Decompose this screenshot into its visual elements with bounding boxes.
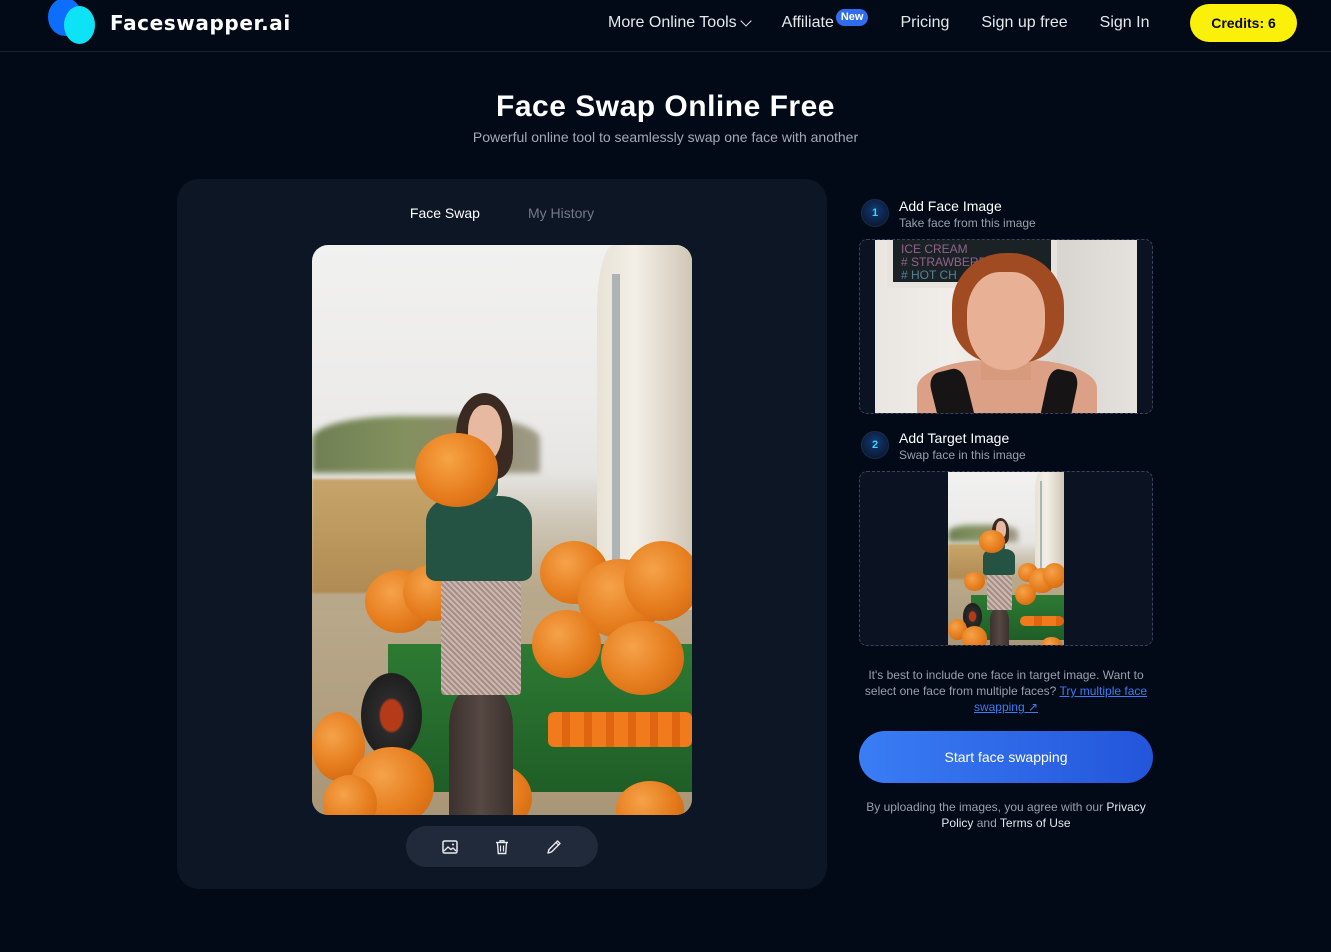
step-subtitle: Swap face in this image xyxy=(899,448,1026,462)
face-image-dropzone[interactable]: ICE CREAM # STRAWBERRY # HOT CH xyxy=(859,239,1153,414)
preview-image xyxy=(312,245,692,815)
multi-face-hint: It's best to include one face in target … xyxy=(860,667,1152,715)
nav-label: Affiliate xyxy=(781,14,834,31)
step-subtitle: Take face from this image xyxy=(899,216,1036,230)
nav-pricing[interactable]: Pricing xyxy=(900,14,949,32)
step-title: Add Target Image xyxy=(899,430,1010,446)
brand-logo[interactable]: Faceswapper.ai xyxy=(48,0,291,50)
step-title: Add Face Image xyxy=(899,198,1002,214)
change-image-button[interactable] xyxy=(438,835,462,859)
nav-sign-in[interactable]: Sign In xyxy=(1100,14,1150,32)
legal-notice: By uploading the images, you agree with … xyxy=(860,799,1152,831)
chevron-down-icon xyxy=(739,14,752,27)
nav-label: More Online Tools xyxy=(608,14,737,31)
pencil-icon xyxy=(547,839,561,854)
delete-image-button[interactable] xyxy=(490,835,514,859)
target-image-preview xyxy=(948,472,1064,645)
nav-affiliate[interactable]: Affiliate New xyxy=(781,9,869,32)
panel-tabs: Face Swap My History xyxy=(177,205,827,221)
nav-sign-up[interactable]: Sign up free xyxy=(981,14,1067,32)
logo-icon xyxy=(48,0,96,46)
image-icon xyxy=(442,839,458,854)
edit-image-button[interactable] xyxy=(542,835,566,859)
tab-my-history[interactable]: My History xyxy=(528,205,594,221)
step-add-target: 2 Add Target Image Swap face in this ima… xyxy=(861,430,1026,463)
target-image-dropzone[interactable] xyxy=(859,471,1153,646)
credits-button[interactable]: Credits: 6 xyxy=(1190,4,1297,42)
step-add-face: 1 Add Face Image Take face from this ima… xyxy=(861,198,1036,231)
nav-more-online-tools[interactable]: More Online Tools xyxy=(608,14,752,32)
new-badge: New xyxy=(835,9,869,26)
main-nav: More Online Tools Affiliate New Pricing … xyxy=(608,0,1181,46)
start-face-swap-button[interactable]: Start face swapping xyxy=(859,731,1153,783)
page-title: Face Swap Online Free xyxy=(496,90,835,123)
legal-text: and xyxy=(976,816,997,830)
brand-name: Faceswapper.ai xyxy=(110,11,291,35)
top-navbar: Faceswapper.ai More Online Tools Affilia… xyxy=(0,0,1331,52)
tab-face-swap[interactable]: Face Swap xyxy=(410,205,480,221)
image-toolbar xyxy=(406,826,598,867)
editor-panel: Face Swap My History xyxy=(177,179,827,889)
legal-text: By uploading the images, you agree with … xyxy=(866,800,1104,814)
page-subtitle: Powerful online tool to seamlessly swap … xyxy=(472,129,859,145)
step-number-badge: 1 xyxy=(861,199,889,227)
trash-icon xyxy=(496,839,508,854)
face-image-preview: ICE CREAM # STRAWBERRY # HOT CH xyxy=(875,240,1137,413)
terms-of-use-link[interactable]: Terms of Use xyxy=(1000,816,1071,830)
step-number-badge: 2 xyxy=(861,431,889,459)
